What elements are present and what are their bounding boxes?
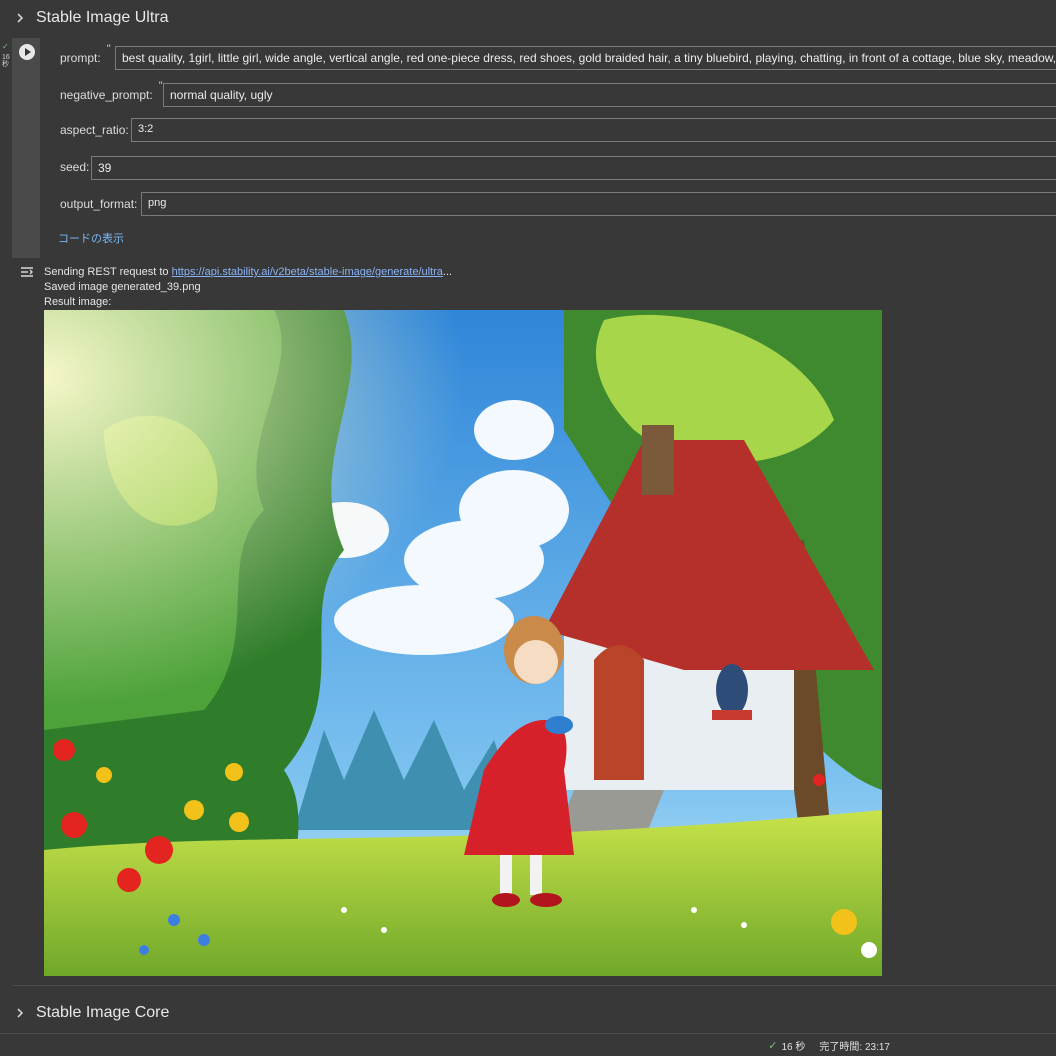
prompt-row: prompt: " [60, 43, 111, 71]
output-format-select[interactable]: png [141, 192, 1056, 216]
request-suffix: ... [442, 266, 453, 278]
aspect-ratio-select[interactable]: 3:2 [131, 118, 1056, 142]
statusbar-divider [0, 1033, 1056, 1034]
seed-label: seed: [60, 160, 90, 174]
chevron-right-icon[interactable] [12, 1005, 28, 1021]
status-duration: 16 秒 [781, 1042, 806, 1053]
api-endpoint-link[interactable]: https://api.stability.ai/v2beta/stable-i… [172, 266, 443, 278]
section-header-core[interactable]: Stable Image Core [0, 996, 1056, 1030]
negative-prompt-input[interactable]: normal quality, ugly [163, 83, 1056, 107]
negative-prompt-row: negative_prompt: " [60, 80, 163, 108]
quote-mark: " [106, 43, 111, 55]
request-prefix: Sending REST request to [44, 266, 172, 278]
output-format-row: output_format: [60, 191, 137, 217]
output-line-request: Sending REST request to https://api.stab… [44, 266, 452, 278]
negative-prompt-label: negative_prompt: [60, 88, 153, 102]
aspect-ratio-label: aspect_ratio: [60, 123, 129, 137]
output-toggle-icon[interactable] [19, 265, 35, 279]
section-title: Stable Image Ultra [36, 9, 169, 26]
exec-check-icon: ✓ [2, 42, 9, 51]
check-icon: ✓ [768, 1040, 778, 1052]
output-line-saved: Saved image generated_39.png [44, 281, 201, 293]
exec-time: 16秒 [2, 54, 10, 68]
section-header-ultra[interactable]: Stable Image Ultra [0, 1, 1056, 35]
section-title: Stable Image Core [36, 1004, 170, 1021]
status-completed-time: 完了時間: 23:17 [819, 1042, 890, 1053]
divider [12, 985, 1056, 986]
aspect-ratio-row: aspect_ratio: [60, 117, 129, 143]
seed-row: seed: [60, 154, 89, 180]
prompt-input[interactable]: best quality, 1girl, little girl, wide a… [115, 46, 1056, 70]
status-bar: ✓ 16 秒 完了時間: 23:17 [768, 1038, 890, 1053]
prompt-label: prompt: [60, 51, 101, 65]
result-image [44, 310, 882, 976]
chevron-right-icon[interactable] [12, 10, 28, 26]
seed-input[interactable]: 39 [91, 156, 1056, 180]
show-code-link[interactable]: コードの表示 [58, 230, 124, 246]
output-format-label: output_format: [60, 197, 138, 211]
output-line-result: Result image: [44, 296, 112, 308]
run-cell-button[interactable] [19, 44, 35, 60]
cell-gutter [12, 38, 40, 258]
